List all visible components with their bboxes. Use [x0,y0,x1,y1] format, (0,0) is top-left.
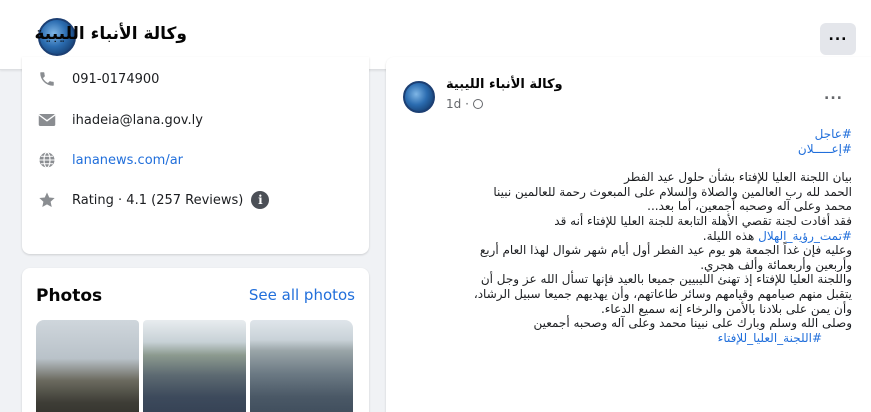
website-row: lananews.com/ar [36,148,183,172]
post-line: محمد وعلى آله وصحبه أجمعين، أما بعد... [647,199,852,214]
post-line: يتقبل منهم صيامهم وقيامهم وسائر طاعاتهم،… [473,286,852,301]
hashtag-link[interactable]: #عاجل [386,127,852,142]
hashtag-link[interactable]: #تمت_رؤية_الهلال [758,229,852,243]
photo-thumbnail[interactable] [143,320,246,412]
post-line: وصلى الله وسلم وبارك على نبينا محمد وعلى… [533,316,852,331]
star-icon [36,189,58,211]
photo-thumbnail[interactable] [36,320,139,412]
rating-row: Rating · 4.1 (257 Reviews) i [36,188,270,212]
post-line: الحمد لله رب العالمين والصلاة والسلام عل… [493,184,852,199]
post-more-button[interactable]: ... [824,87,843,103]
post-meta: 1d · [446,97,483,111]
post-time[interactable]: 1d · [446,97,469,111]
globe-icon [36,149,58,171]
post-line-rest: هذه الليلة. [702,228,759,243]
post-line: وعليه فإن غداً الجمعة هو يوم عيد الفطر أ… [479,243,852,258]
phone-icon [36,68,58,90]
post-line: وأربعين وأربعمائة وألف هجري. [700,257,852,272]
post-author-name[interactable]: وكالة الأنباء الليبية [446,77,563,92]
post-line: #تمت_رؤية_الهلال هذه الليلة. [386,229,852,244]
info-icon[interactable]: i [251,191,270,209]
post-line: فقد أفادت لجنة تقصي الأهلة التابعة للجنة… [554,213,852,228]
rating-text: Rating · 4.1 (257 Reviews) [72,192,244,208]
page-title[interactable]: وكالة الأنباء الليبية [34,24,187,44]
post-line: واللجنة العليا للإفتاء إذ تهنئ الليبيين … [480,272,852,287]
post-card: وكالة الأنباء الليبية 1d · ... #عاجل #إع… [386,57,871,412]
email-row: ihadeia@lana.gov.ly [36,108,203,132]
phone-number[interactable]: 091-0174900 [72,72,159,87]
post-line: وأن يمن على بلادنا بالأمن والرخاء إنه سم… [600,301,852,316]
hashtag-link[interactable]: #إعـــــلان [386,142,852,157]
photos-title: Photos [36,286,103,306]
website-link[interactable]: lananews.com/ar [72,153,183,168]
hashtag-link[interactable]: #اللجنة_العليا_للإفتاء [386,331,852,346]
phone-row: 091-0174900 [36,67,159,91]
intro-card: 091-0174900 ihadeia@lana.gov.ly lananews… [22,57,369,254]
more-options-button[interactable]: ... [820,23,856,55]
globe-icon [472,99,483,109]
see-all-photos-link[interactable]: See all photos [249,286,355,304]
photo-thumbnail[interactable] [250,320,353,412]
post-author-avatar[interactable] [403,81,435,113]
envelope-icon [36,109,58,131]
email-address[interactable]: ihadeia@lana.gov.ly [72,113,203,128]
post-line: بيان اللجنة العليا للإفتاء بشأن حلول عيد… [624,170,852,185]
photos-card: Photos See all photos [22,268,369,412]
post-text: #عاجل #إعـــــلان بيان اللجنة العليا للإ… [386,127,862,345]
